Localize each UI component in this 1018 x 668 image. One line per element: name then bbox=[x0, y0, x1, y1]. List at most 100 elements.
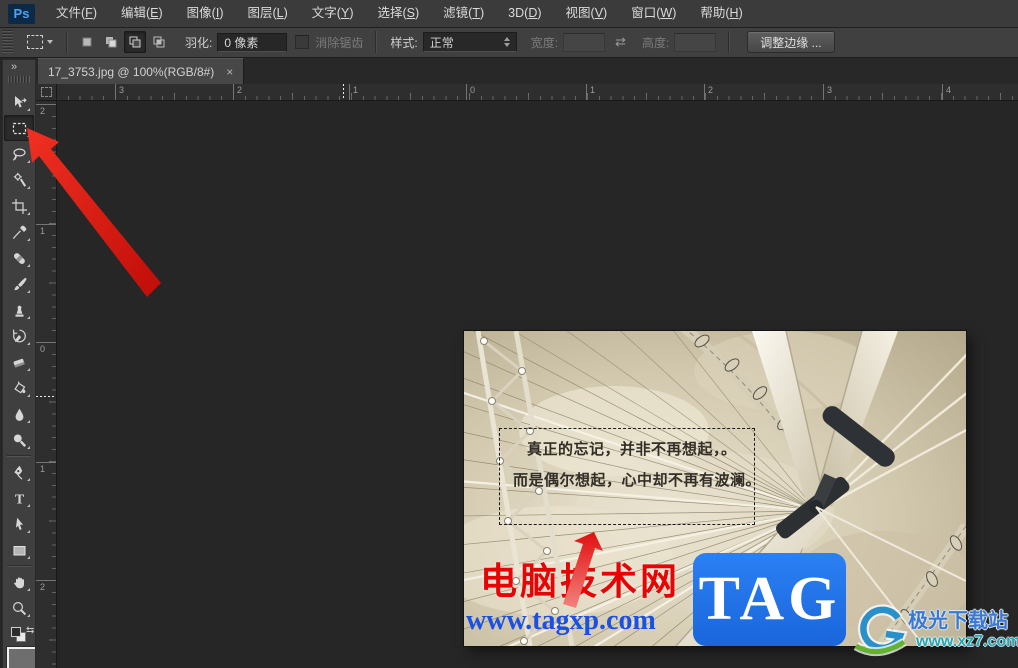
pen-tool-icon bbox=[13, 465, 22, 480]
zoom-tool[interactable] bbox=[4, 595, 34, 621]
intersect-with-selection-button[interactable] bbox=[148, 31, 170, 53]
eraser-tool[interactable] bbox=[4, 349, 34, 375]
menu-item[interactable]: 文件(F) bbox=[44, 0, 109, 27]
ruler-number: 4 bbox=[946, 85, 952, 95]
cursor-position-marker bbox=[36, 396, 56, 397]
ruler-major-tick bbox=[942, 84, 943, 100]
menu-item[interactable]: 3D(D) bbox=[496, 0, 553, 27]
paint-bucket-tool[interactable] bbox=[4, 375, 34, 401]
vertical-ruler[interactable]: 2 1 0 1 2 bbox=[36, 100, 57, 668]
separator bbox=[375, 31, 378, 53]
add-to-selection-button[interactable] bbox=[100, 31, 122, 53]
dodge-tool-icon bbox=[13, 434, 26, 447]
separator bbox=[66, 31, 68, 53]
rectangular-marquee-tool[interactable] bbox=[4, 115, 34, 141]
chevron-down-icon bbox=[47, 40, 53, 44]
tool-preset-picker[interactable] bbox=[21, 33, 59, 51]
menu-item[interactable]: 帮助(H) bbox=[688, 0, 754, 27]
type-tool[interactable]: T bbox=[4, 485, 34, 511]
spinner-arrows-icon bbox=[503, 37, 510, 47]
selection-text-line2: 而是偶尔想起，心中却不再有波澜。 bbox=[513, 472, 762, 489]
feather-input[interactable]: 0 像素 bbox=[217, 32, 288, 52]
ruler-number: 0 bbox=[40, 344, 46, 354]
subtract-from-selection-button[interactable] bbox=[124, 31, 146, 53]
crop-tool[interactable] bbox=[4, 193, 34, 219]
pen-tool[interactable] bbox=[4, 459, 34, 485]
tool-options-bar: 羽化: 0 像素 消除锯齿 样式: 正常 宽度: ⇄ 高度: 调整边缘 ... bbox=[0, 27, 1018, 58]
red-arrow-annotation bbox=[563, 532, 603, 608]
move-tool-icon bbox=[14, 95, 27, 107]
blur-tool[interactable] bbox=[4, 401, 34, 427]
ruler-number: 1 bbox=[40, 226, 46, 236]
horizontal-ruler[interactable]: 3 2 1 0 1 2 3 4 bbox=[56, 84, 1018, 101]
menu-item[interactable]: 视图(V) bbox=[554, 0, 620, 27]
clone-stamp-tool[interactable] bbox=[4, 297, 34, 323]
options-bar-grip[interactable] bbox=[2, 30, 13, 54]
history-brush-tool[interactable] bbox=[4, 323, 34, 349]
dodge-tool[interactable] bbox=[4, 427, 34, 453]
foreground-color-swatch[interactable] bbox=[7, 647, 35, 668]
width-label: 宽度: bbox=[530, 35, 559, 50]
menu-item[interactable]: 图层(L) bbox=[236, 0, 300, 27]
ruler-major-tick bbox=[466, 84, 467, 100]
ruler-number: 1 bbox=[590, 85, 596, 95]
eyedropper-tool[interactable] bbox=[4, 219, 34, 245]
ruler-major-tick bbox=[36, 580, 56, 581]
hand-tool[interactable] bbox=[4, 569, 34, 595]
tool-group-divider bbox=[7, 455, 31, 457]
ruler-number: 0 bbox=[470, 85, 476, 95]
zoom-tool-icon bbox=[12, 601, 26, 615]
height-label: 高度: bbox=[641, 35, 670, 50]
ruler-number: 3 bbox=[827, 85, 833, 95]
rectangle-tool[interactable] bbox=[4, 537, 34, 563]
panel-grip[interactable] bbox=[8, 76, 30, 83]
history-brush-tool-icon bbox=[12, 329, 26, 342]
menu-item[interactable]: 选择(S) bbox=[365, 0, 431, 27]
marquee-selection[interactable]: 真正的忘记，并非不再想起，。 而是偶尔想起，心中却不再有波澜。 bbox=[499, 428, 761, 525]
tool-panel: » T ⇆ bbox=[2, 59, 36, 668]
site-watermark-url: www.xz7.com bbox=[916, 633, 1018, 650]
menu-item[interactable]: 图像(I) bbox=[175, 0, 236, 27]
ruler-number: 2 bbox=[40, 582, 46, 592]
brush-tool[interactable] bbox=[4, 271, 34, 297]
ruler-major-tick bbox=[36, 224, 56, 225]
document-tab-title: 17_3753.jpg @ 100%(RGB/8#) bbox=[48, 64, 215, 79]
width-input[interactable] bbox=[563, 32, 606, 52]
path-selection-tool[interactable] bbox=[4, 511, 34, 537]
default-colors-control[interactable]: ⇆ bbox=[3, 624, 35, 646]
collapse-panel-button[interactable]: » bbox=[3, 60, 35, 75]
antialias-checkbox[interactable] bbox=[295, 35, 310, 49]
menu-item[interactable]: 滤镜(T) bbox=[431, 0, 496, 27]
document-image[interactable]: 真正的忘记，并非不再想起，。 而是偶尔想起，心中却不再有波澜。 电脑技术网 ww… bbox=[464, 331, 966, 646]
photoshop-logo: Ps bbox=[8, 3, 35, 24]
site-watermark-name: 极光下载站 bbox=[908, 610, 1008, 632]
separator bbox=[728, 31, 731, 53]
feather-label: 羽化: bbox=[185, 35, 213, 50]
svg-text:T: T bbox=[14, 492, 24, 507]
new-selection-button[interactable] bbox=[76, 31, 98, 53]
eraser-tool-icon bbox=[13, 358, 25, 368]
close-icon[interactable]: × bbox=[226, 66, 233, 78]
eyedropper-tool-icon bbox=[12, 225, 26, 239]
refine-edge-button[interactable]: 调整边缘 ... bbox=[747, 31, 835, 53]
height-input[interactable] bbox=[674, 32, 717, 52]
ruler-origin-corner[interactable] bbox=[36, 84, 57, 101]
menu-item[interactable]: 编辑(E) bbox=[109, 0, 175, 27]
swap-colors-icon[interactable]: ⇆ bbox=[26, 625, 34, 636]
quick-selection-tool[interactable] bbox=[4, 167, 34, 193]
menu-item[interactable]: 文字(Y) bbox=[300, 0, 366, 27]
document-tab[interactable]: 17_3753.jpg @ 100%(RGB/8#) × bbox=[38, 58, 245, 84]
ruler-major-tick bbox=[36, 104, 56, 105]
style-value: 正常 bbox=[429, 35, 454, 50]
style-select[interactable]: 正常 bbox=[422, 32, 517, 52]
antialias-label: 消除锯齿 bbox=[315, 35, 364, 50]
xz7-logo-icon bbox=[853, 604, 908, 657]
lasso-tool-icon bbox=[12, 147, 26, 161]
cursor-position-marker bbox=[343, 84, 344, 100]
spot-healing-brush-tool[interactable] bbox=[4, 245, 34, 271]
menu-item[interactable]: 窗口(W) bbox=[619, 0, 688, 27]
lasso-tool[interactable] bbox=[4, 141, 34, 167]
swap-dimensions-icon[interactable]: ⇄ bbox=[615, 34, 626, 50]
ruler-number: 3 bbox=[119, 85, 125, 95]
move-tool[interactable] bbox=[4, 89, 34, 115]
